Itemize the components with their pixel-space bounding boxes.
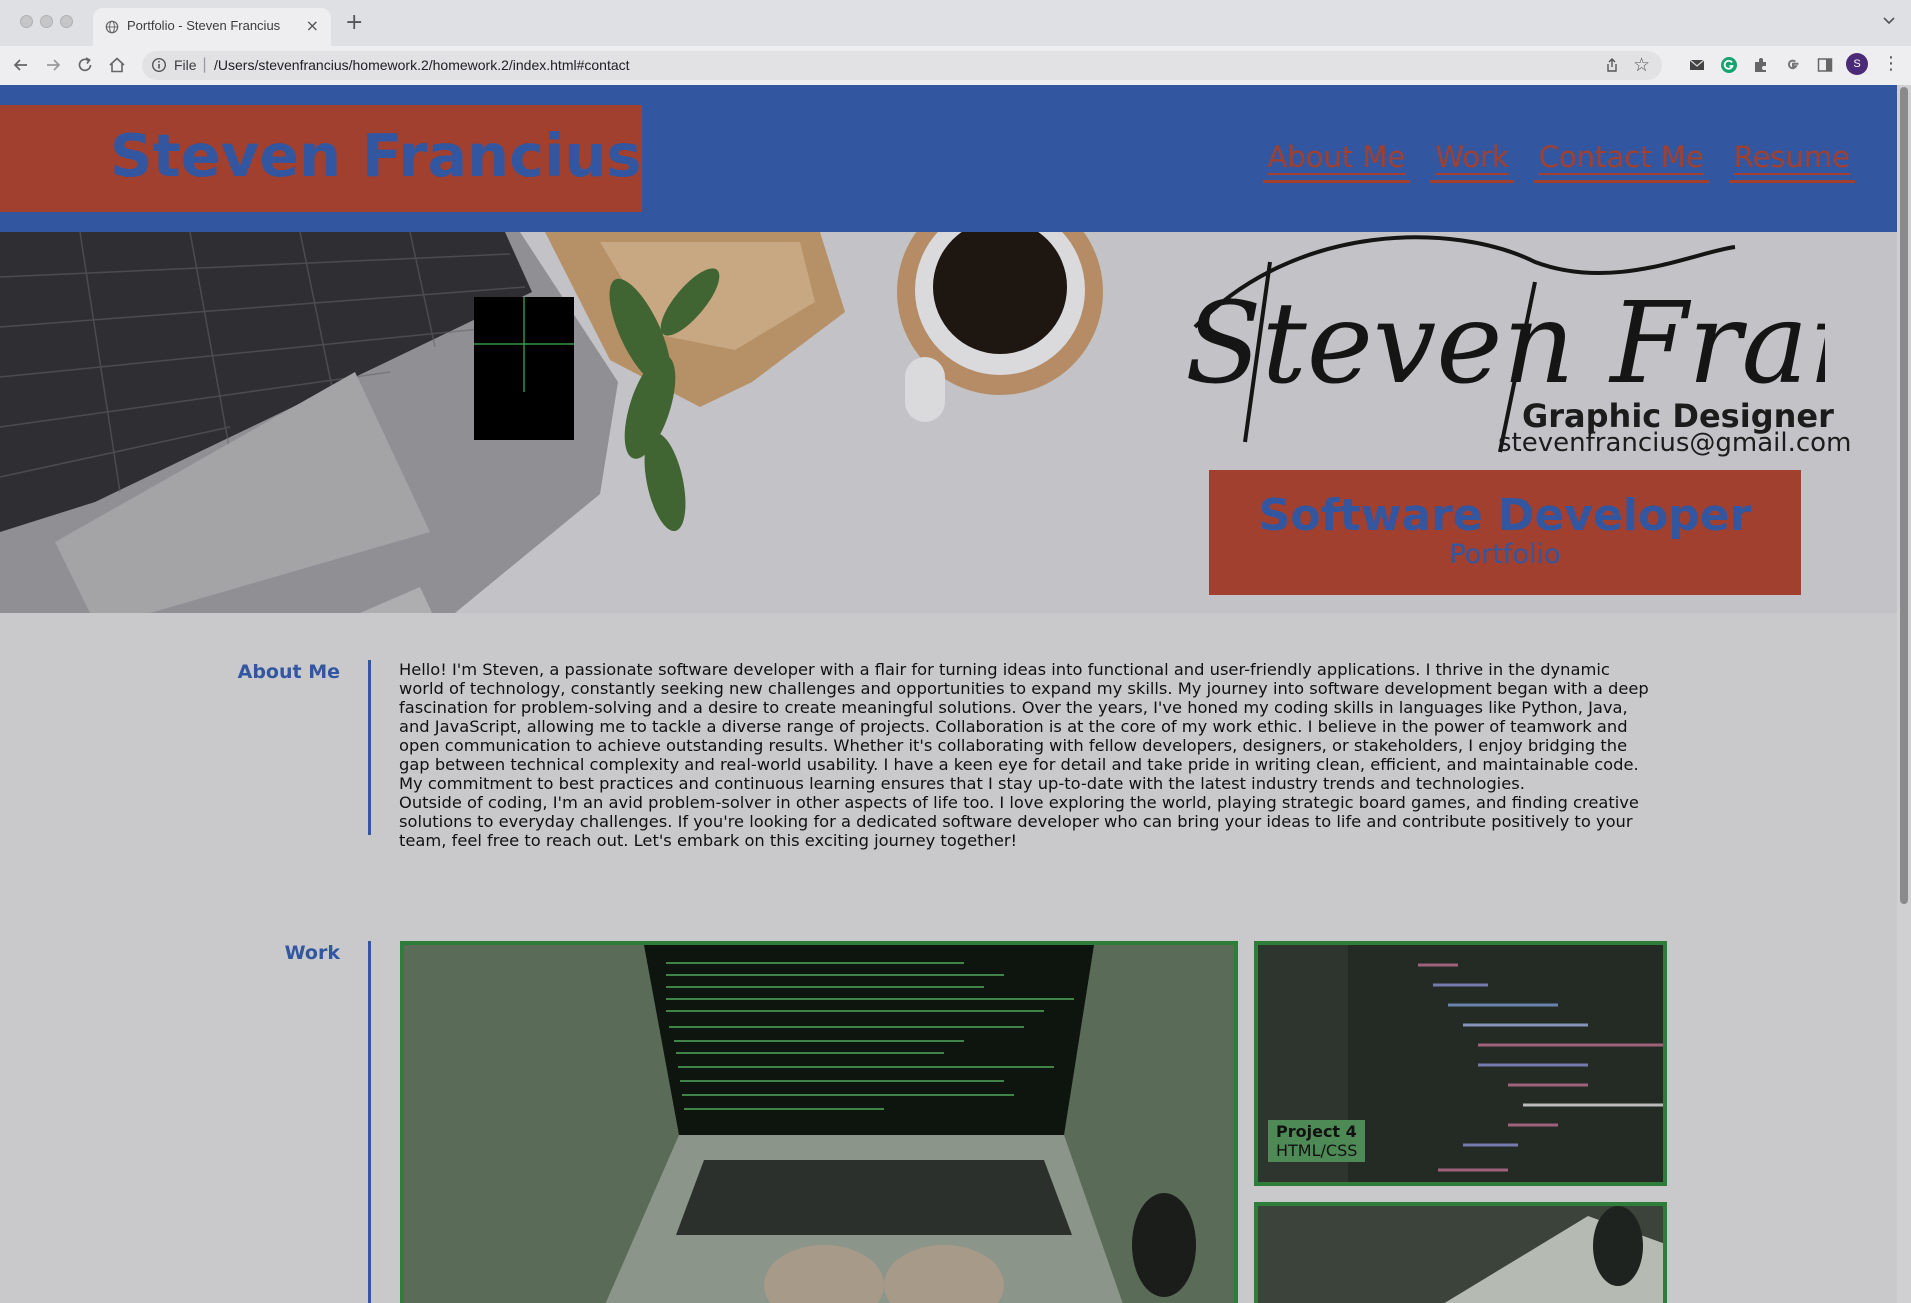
nav-link-work[interactable]: Work [1430,140,1514,183]
scrollbar-thumb[interactable] [1900,87,1908,904]
browser-menu-icon[interactable]: ⋮ [1882,53,1900,74]
tab-title: Portfolio - Steven Francius [127,18,281,33]
brand-box: Steven Francius [0,105,642,212]
grammarly-icon[interactable] [1719,55,1739,75]
url-text[interactable]: /Users/stevenfrancius/homework.2/homewor… [214,57,630,73]
about-paragraph-1: Hello! I'm Steven, a passionate software… [399,660,1649,793]
nav-link-contact-me[interactable]: Contact Me [1533,140,1709,183]
share-icon[interactable] [1604,57,1620,73]
hero-banner: Steven Francius Graphic Designer stevenf… [0,232,1897,613]
about-paragraph-2: Outside of coding, I'm an avid problem-s… [399,793,1639,850]
hero-subtitle: Portfolio [1449,539,1561,570]
page-scrollbar[interactable] [1897,85,1911,1303]
hero-title: Software Developer [1258,490,1752,541]
tab-search-chevron-icon[interactable] [1881,12,1897,28]
scheme-label: File [174,57,197,73]
reload-icon[interactable] [75,55,95,75]
window-minimize-button[interactable] [40,15,53,28]
globe-icon [105,20,119,34]
address-bar[interactable]: File | /Users/stevenfrancius/homework.2/… [142,51,1662,80]
site-header: Steven Francius About Me Work Contact Me… [0,85,1897,232]
project-4-tech: HTML/CSS [1276,1141,1358,1160]
site-title: Steven Francius [110,121,642,190]
main-nav: About Me Work Contact Me Resume [1262,140,1855,183]
google-icon[interactable] [1783,55,1803,75]
bookmark-star-icon[interactable]: ☆ [1633,54,1650,76]
project-5-image [1258,1206,1663,1303]
developer-title-box: Software Developer Portfolio [1209,470,1801,595]
signature-text: Steven Francius [1185,279,1825,409]
info-icon[interactable] [151,57,167,73]
work-section-label: Work [284,942,340,964]
extensions-puzzle-icon[interactable] [1751,55,1771,75]
mail-icon[interactable] [1687,55,1707,75]
project-featured-image [404,945,1234,1303]
project-4-name: Project 4 [1276,1122,1357,1141]
side-panel-icon[interactable] [1815,55,1835,75]
about-divider [368,660,371,835]
address-separator: | [202,55,208,73]
about-text: Hello! I'm Steven, a passionate software… [399,660,1659,850]
window-close-button[interactable] [20,15,33,28]
project-5-card[interactable] [1254,1202,1667,1303]
crosshair-icon [474,297,574,392]
hero-email: stevenfrancius@gmail.com [1498,428,1852,458]
home-icon[interactable] [107,55,127,75]
project-4-card[interactable]: Project 4 HTML/CSS [1254,941,1667,1186]
project-featured-card[interactable] [400,941,1238,1303]
tab-close-icon[interactable]: × [306,16,319,35]
browser-toolbar: File | /Users/stevenfrancius/homework.2/… [0,46,1911,86]
browser-tab-active[interactable]: Portfolio - Steven Francius × [93,8,331,46]
back-arrow-icon[interactable] [11,55,31,75]
window-zoom-button[interactable] [60,15,73,28]
work-divider [368,941,371,1303]
nav-link-about-me[interactable]: About Me [1262,140,1411,183]
forward-arrow-icon[interactable] [43,55,63,75]
new-tab-button[interactable]: + [345,10,363,35]
browser-tab-bar: Portfolio - Steven Francius × + [0,0,1911,46]
crosshair-cursor-overlay [474,297,574,440]
project-4-label: Project 4 HTML/CSS [1268,1120,1366,1162]
nav-link-resume[interactable]: Resume [1728,140,1855,183]
about-section-label: About Me [237,661,340,683]
profile-avatar[interactable]: S [1846,53,1868,75]
page-viewport: Steven Francius About Me Work Contact Me… [0,85,1911,1303]
